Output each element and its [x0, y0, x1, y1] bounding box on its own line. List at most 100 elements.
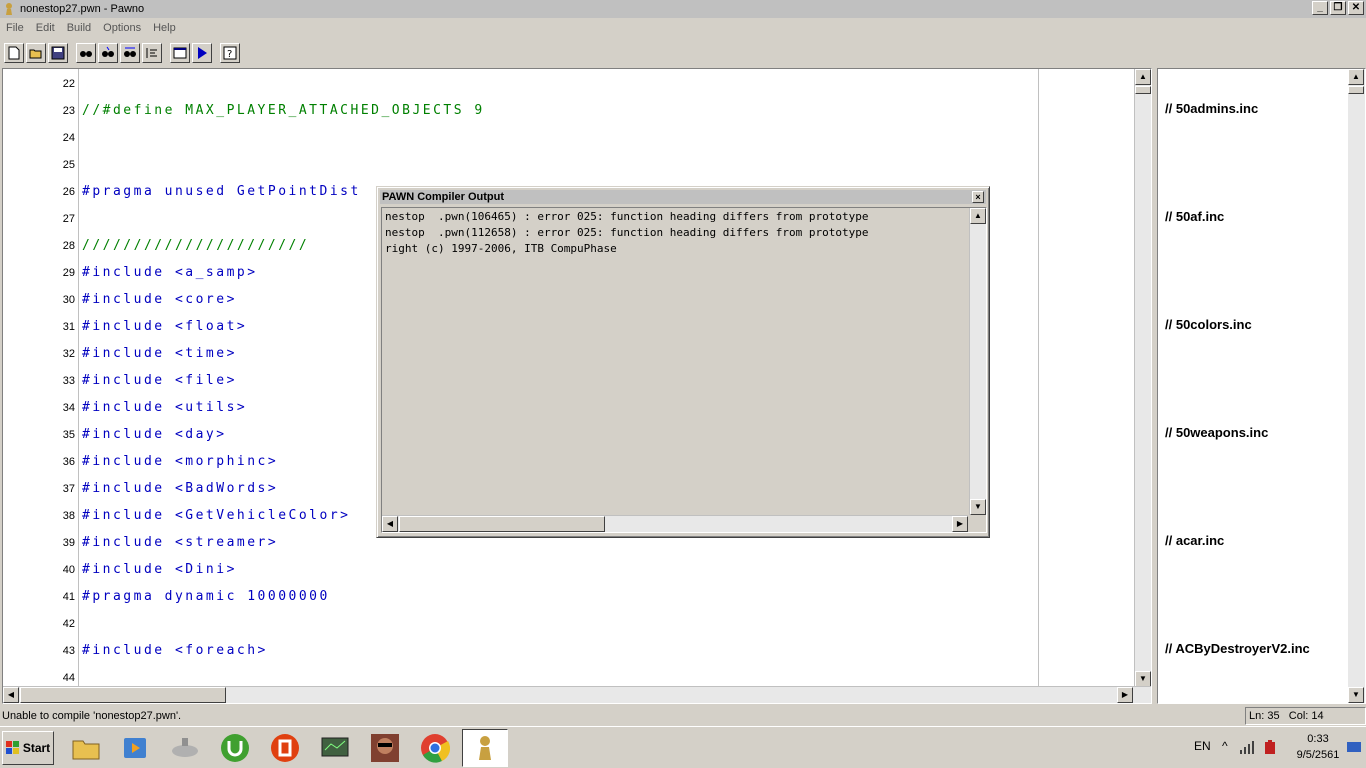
code-line[interactable]: #include <day> [82, 427, 227, 442]
cursor-position: Ln: 35 Col: 14 [1245, 707, 1366, 725]
column-indicator: Col: 14 [1288, 710, 1324, 722]
replace-icon [124, 47, 136, 57]
status-message: Unable to compile 'nonestop27.pwn'. [2, 710, 182, 722]
toolbar: ? [0, 40, 1366, 66]
line-number: 29 [62, 267, 75, 279]
output-vertical-scrollbar[interactable]: ▲ ▼ [969, 208, 986, 515]
find-next-icon [102, 46, 114, 57]
goto-icon [146, 48, 157, 58]
side-panel-scrollbar[interactable]: ▲ ▼ [1348, 69, 1365, 703]
taskbar-media-player[interactable] [112, 729, 158, 767]
code-line[interactable]: #include <Dini> [82, 562, 237, 577]
close-button[interactable]: ✕ [1348, 1, 1364, 15]
compiler-output-line: nestop .pwn(106465) : error 025: functio… [385, 210, 869, 223]
scroll-right-arrow-icon[interactable]: ▶ [1117, 687, 1133, 703]
dialog-close-button[interactable]: × [972, 191, 984, 203]
line-number: 23 [62, 105, 75, 117]
side-scroll-up-arrow-icon[interactable]: ▲ [1348, 69, 1364, 85]
language-indicator[interactable]: EN [1194, 739, 1211, 753]
find-next-button[interactable] [98, 43, 118, 63]
taskbar-utorrent[interactable] [212, 729, 258, 767]
minimize-button[interactable]: _ [1312, 1, 1328, 15]
start-button[interactable]: Start [2, 731, 54, 765]
code-line[interactable]: #include <BadWords> [82, 481, 278, 496]
output-scroll-down-arrow-icon[interactable]: ▼ [970, 499, 986, 515]
compile-button[interactable] [170, 43, 190, 63]
output-scroll-up-arrow-icon[interactable]: ▲ [970, 208, 986, 224]
menu-edit[interactable]: Edit [30, 22, 61, 34]
title-bar: nonestop27.pwn - Pawno _ ❐ ✕ [0, 0, 1366, 18]
scroll-down-arrow-icon[interactable]: ▼ [1135, 671, 1151, 687]
taskbar-pawno[interactable] [462, 729, 508, 767]
include-list-item[interactable]: // 50af.inc [1165, 209, 1224, 224]
clock-time: 0:33 [1307, 733, 1329, 745]
code-line[interactable]: #include <float> [82, 319, 247, 334]
menu-file[interactable]: File [0, 22, 30, 34]
code-line[interactable]: #pragma dynamic 10000000 [82, 589, 330, 604]
goto-button[interactable] [142, 43, 162, 63]
new-file-button[interactable] [4, 43, 24, 63]
network-signal-icon[interactable] [1238, 739, 1258, 755]
code-line[interactable]: #include <GetVehicleColor> [82, 508, 351, 523]
line-number: 35 [62, 429, 75, 441]
find-icon [80, 51, 92, 57]
taskbar-chrome[interactable] [412, 729, 458, 767]
editor-horizontal-scrollbar[interactable]: ◀ ▶ [3, 686, 1151, 703]
vertical-scroll-thumb[interactable] [1135, 86, 1151, 94]
taskbar-monitor-app[interactable] [312, 729, 358, 767]
code-line[interactable]: #include <file> [82, 373, 237, 388]
include-list-panel: ▲ ▼ // 50admins.inc // 50af.inc // 50color… [1157, 68, 1366, 704]
code-line[interactable]: #include <core> [82, 292, 237, 307]
taskbar-office[interactable] [262, 729, 308, 767]
side-scroll-thumb[interactable] [1348, 86, 1364, 94]
output-scroll-left-arrow-icon[interactable]: ◀ [382, 516, 398, 532]
restore-button[interactable]: ❐ [1330, 1, 1346, 15]
output-horizontal-scroll-thumb[interactable] [399, 516, 605, 532]
replace-button[interactable] [120, 43, 140, 63]
find-button[interactable] [76, 43, 96, 63]
show-hidden-icons-icon[interactable]: ^ [1222, 739, 1228, 753]
editor-vertical-scrollbar[interactable]: ▲ ▼ [1134, 69, 1151, 687]
menu-help[interactable]: Help [147, 22, 182, 34]
include-list-item[interactable]: // 50admins.inc [1165, 101, 1258, 116]
taskbar-network-drive[interactable] [162, 729, 208, 767]
code-line[interactable]: ////////////////////// [82, 238, 309, 253]
battery-warning-icon[interactable] [1262, 738, 1280, 756]
side-scroll-down-arrow-icon[interactable]: ▼ [1348, 687, 1364, 703]
save-button[interactable] [48, 43, 68, 63]
include-list-item[interactable]: // 50colors.inc [1165, 317, 1252, 332]
include-list-item[interactable]: // ACByDestroyerV2.inc [1165, 641, 1310, 656]
code-line[interactable]: #include <foreach> [82, 643, 268, 658]
help-button[interactable]: ? [220, 43, 240, 63]
include-list-item[interactable]: // acar.inc [1165, 533, 1224, 548]
new-file-icon [8, 46, 20, 60]
code-line[interactable]: #include <morphinc> [82, 454, 278, 469]
line-indicator: Ln: 35 [1249, 710, 1280, 722]
menu-options[interactable]: Options [97, 22, 147, 34]
system-clock[interactable]: 0:33 9/5/2561 [1292, 731, 1344, 763]
compiler-output-text[interactable]: ▲ ▼ ◀ ▶ nestop .pwn(106465) : error 025:… [381, 207, 987, 533]
code-line[interactable]: #include <a_samp> [82, 265, 258, 280]
code-line[interactable]: #pragma unused GetPointDist [82, 184, 361, 199]
output-scroll-right-arrow-icon[interactable]: ▶ [952, 516, 968, 532]
action-center-icon[interactable] [1346, 741, 1362, 755]
taskbar-gta-sa[interactable] [362, 729, 408, 767]
include-list-item[interactable]: // 50weapons.inc [1165, 425, 1268, 440]
network-drive-icon [172, 738, 198, 757]
run-button[interactable] [192, 43, 212, 63]
output-horizontal-scrollbar[interactable]: ◀ ▶ [382, 515, 968, 532]
dialog-title-bar[interactable]: PAWN Compiler Output × [380, 190, 986, 204]
scroll-left-arrow-icon[interactable]: ◀ [3, 687, 19, 703]
taskbar-explorer[interactable] [63, 729, 109, 767]
menu-build[interactable]: Build [61, 22, 97, 34]
code-line[interactable]: #include <time> [82, 346, 237, 361]
code-line[interactable]: #include <utils> [82, 400, 247, 415]
scroll-up-arrow-icon[interactable]: ▲ [1135, 69, 1151, 85]
line-number: 34 [62, 402, 75, 414]
line-number: 39 [62, 537, 75, 549]
horizontal-scroll-thumb[interactable] [20, 687, 226, 703]
line-number: 26 [62, 186, 75, 198]
code-line[interactable]: #include <streamer> [82, 535, 278, 550]
code-line[interactable]: //#define MAX_PLAYER_ATTACHED_OBJECTS 9 [82, 103, 485, 118]
open-file-button[interactable] [26, 43, 46, 63]
